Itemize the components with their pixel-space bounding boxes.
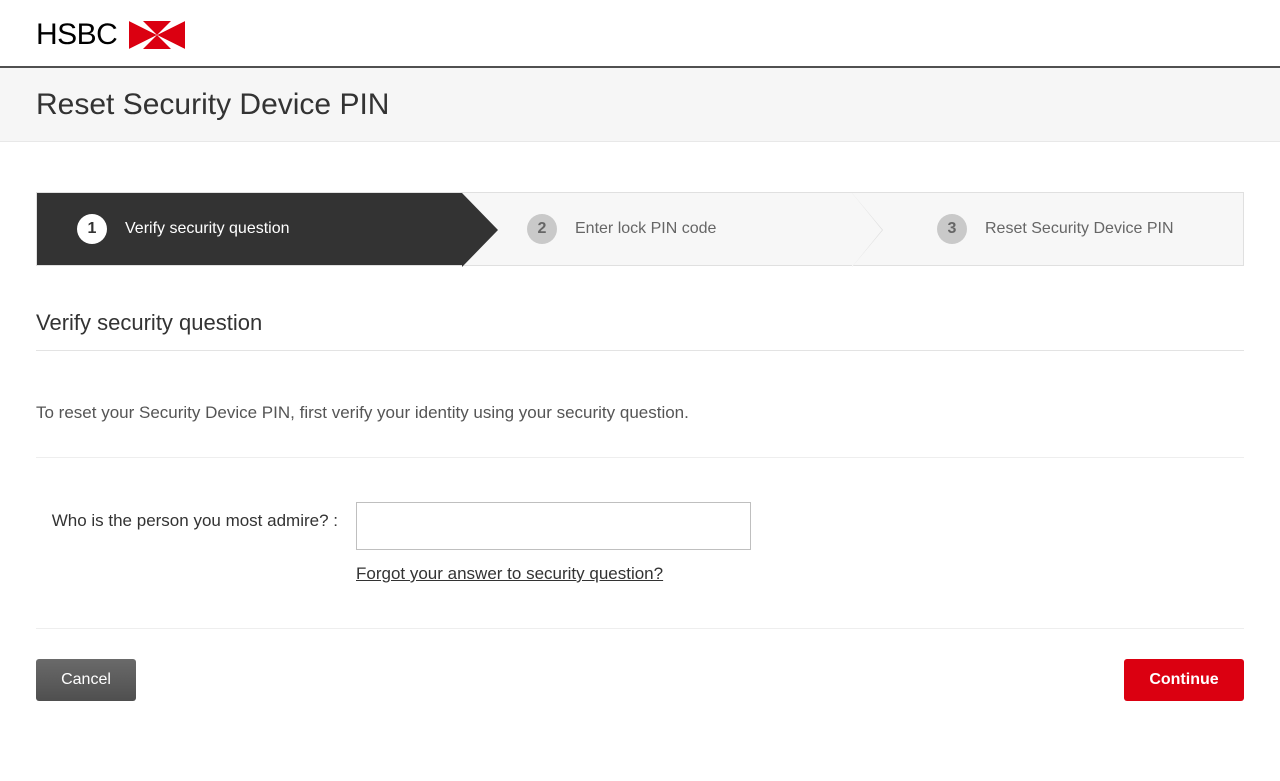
step-3-number: 3	[937, 214, 967, 244]
button-row: Cancel Continue	[36, 659, 1244, 701]
logo-bar: HSBC	[0, 0, 1280, 66]
security-question-row: Who is the person you most admire? : For…	[36, 502, 1244, 629]
step-2: 2 Enter lock PIN code	[462, 193, 882, 265]
forgot-answer-link[interactable]: Forgot your answer to security question?	[356, 564, 751, 584]
brand-name: HSBC	[36, 18, 117, 52]
security-question-label: Who is the person you most admire? :	[36, 502, 356, 533]
hsbc-logo-icon	[129, 21, 185, 49]
instruction-text: To reset your Security Device PIN, first…	[36, 403, 1244, 458]
step-2-number: 2	[527, 214, 557, 244]
main-content: 1 Verify security question 2 Enter lock …	[0, 142, 1280, 731]
step-2-label: Enter lock PIN code	[575, 220, 716, 238]
step-3: 3 Reset Security Device PIN	[882, 193, 1243, 265]
security-answer-input[interactable]	[356, 502, 751, 550]
step-1-label: Verify security question	[125, 220, 290, 238]
step-1-number: 1	[77, 214, 107, 244]
page-title: Reset Security Device PIN	[36, 88, 1280, 122]
title-strip: Reset Security Device PIN	[0, 66, 1280, 142]
step-3-label: Reset Security Device PIN	[985, 220, 1174, 238]
progress-stepper: 1 Verify security question 2 Enter lock …	[36, 192, 1244, 266]
cancel-button[interactable]: Cancel	[36, 659, 136, 701]
step-1: 1 Verify security question	[37, 193, 462, 265]
section-heading: Verify security question	[36, 310, 1244, 351]
continue-button[interactable]: Continue	[1124, 659, 1244, 701]
